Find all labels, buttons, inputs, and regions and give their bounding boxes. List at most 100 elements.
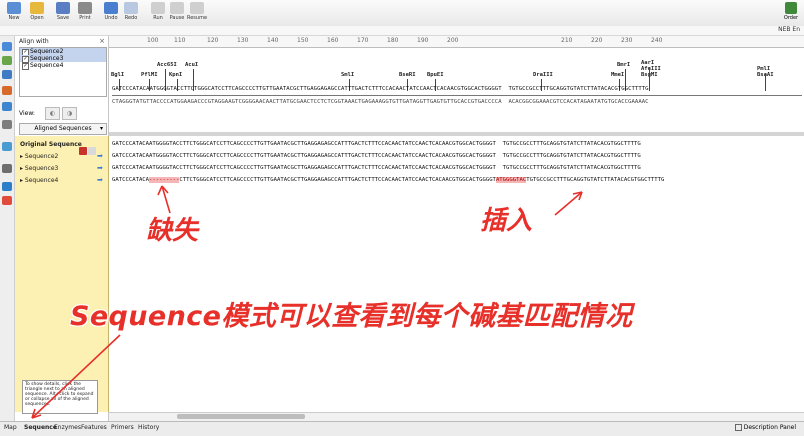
save-button[interactable]: Save xyxy=(52,2,74,21)
toolbar-button-label: Pause xyxy=(169,15,185,21)
tab-primers[interactable]: Primers xyxy=(111,424,134,431)
redo-button[interactable]: Redo xyxy=(120,2,142,21)
sequence-segment: TGTGCCGCCTTTGCAGGTGTATCTTATACACGTGGCTTTT… xyxy=(495,165,641,171)
close-icon[interactable]: × xyxy=(99,37,105,45)
ruler-tick: 170 xyxy=(357,37,369,44)
ruler-tick: 110 xyxy=(174,37,186,44)
align-list-item[interactable]: ✓ Sequence2 xyxy=(20,48,106,56)
ruler-tick: 130 xyxy=(237,37,249,44)
tab-features[interactable]: Features xyxy=(81,424,107,431)
enzyme-label[interactable]: MmeI xyxy=(611,72,624,78)
sequence-mode-caption: Sequence模式可以查看到每个碱基匹配情况 xyxy=(70,301,633,332)
new-button[interactable]: New xyxy=(3,2,25,21)
resume-button[interactable]: Resume xyxy=(186,2,208,21)
original-sequence-label: Original Sequence xyxy=(20,141,82,148)
toolbar-button-label: New xyxy=(8,15,20,21)
side-icon-strip xyxy=(0,36,15,421)
enzymes-view-icon[interactable] xyxy=(2,70,12,79)
tab-map[interactable]: Map xyxy=(4,424,17,431)
enzyme-label[interactable]: BseRI xyxy=(399,72,416,78)
enzyme-label[interactable]: DraIII xyxy=(533,72,553,78)
enzyme-label[interactable]: PflMI xyxy=(141,72,158,78)
checkbox-icon[interactable] xyxy=(734,424,742,431)
align-sequence-list[interactable]: ✓ Sequence2 ✓ Sequence3 ✓ Sequence4 xyxy=(19,47,107,97)
features-view-icon[interactable] xyxy=(2,86,12,95)
position-ruler: 100 110 120 130 140 150 160 170 180 190 200 210 220 2… xyxy=(109,36,804,48)
tab-enzymes[interactable]: Enzymes xyxy=(54,424,81,431)
enzyme-label[interactable]: KpnI xyxy=(169,72,182,78)
toolbar-button-label: Undo xyxy=(104,15,118,21)
sequence-segment: GATCCCATACAATGGGGTACCTTCTGGGCATCCTTCAGCC… xyxy=(112,165,496,171)
sequence-segment: GATCCCATACAATGGGGTACCTTCTGGGCATCCTTCAGCC… xyxy=(112,141,496,147)
options-icon[interactable] xyxy=(88,147,96,155)
enzyme-label[interactable]: AcuI xyxy=(185,62,198,68)
toolbar-button-label: Open xyxy=(30,15,44,21)
primers-view-icon[interactable] xyxy=(2,102,12,111)
toolbar-button-label: Redo xyxy=(124,15,138,21)
sequence-view-icon[interactable] xyxy=(2,56,12,65)
chevron-down-icon: ▾ xyxy=(99,125,103,132)
arrow-right-icon: ➡ xyxy=(97,176,103,184)
ruler-tick: 100 xyxy=(147,37,159,44)
undo-icon xyxy=(104,2,118,14)
aligned-sequence-label[interactable]: ▸ Sequence2 xyxy=(20,153,58,160)
enzyme-label[interactable]: SmlI xyxy=(341,72,354,78)
enzyme-label[interactable]: AarI xyxy=(641,60,654,66)
align-icon[interactable] xyxy=(2,196,12,205)
print-icon xyxy=(78,2,92,14)
order-label: Order xyxy=(783,15,799,21)
enzyme-label[interactable]: AfeIII xyxy=(641,66,661,72)
aligned-sequence-label[interactable]: ▸ Sequence3 xyxy=(20,165,58,172)
neb-enzymes-label[interactable]: NEB En xyxy=(778,26,800,33)
tool-icon[interactable] xyxy=(2,164,12,173)
aligned-sequence-label[interactable]: ▸ Sequence4 xyxy=(20,177,58,184)
description-panel-toggle[interactable]: Description Panel xyxy=(734,424,796,431)
enzyme-label[interactable]: PmlI xyxy=(757,66,770,72)
top-strand: GATCCCATACAATGGGGTACCTTCTGGGCATCCTTCAGCC… xyxy=(112,86,649,92)
redo-icon xyxy=(124,2,138,14)
sequence-segment: TGTGCCGCCTTTGCAGGTGTATCTTATACACGTGGCTTTT… xyxy=(495,153,641,159)
view-select[interactable]: Aligned Sequences ▾ xyxy=(19,123,107,135)
ruler-tick: 150 xyxy=(297,37,309,44)
enzyme-label[interactable]: BmrI xyxy=(617,62,630,68)
deletion-annotation: 缺失 xyxy=(146,216,199,246)
strand-scale-line xyxy=(112,95,802,96)
enzyme-label[interactable]: BglI xyxy=(111,72,124,78)
align-list-item-label: Sequence4 xyxy=(30,62,64,69)
checkbox-icon[interactable]: ✓ xyxy=(22,63,29,70)
resume-icon xyxy=(190,2,204,14)
align-list-item[interactable]: ✓ Sequence3 xyxy=(20,55,106,63)
record-icon[interactable] xyxy=(79,147,87,155)
zoom-in-button[interactable]: ◑ xyxy=(62,107,77,120)
enzyme-label[interactable]: Acc65I xyxy=(157,62,177,68)
aligned-sequence-row: GATCCCATACAATGGGGTACCTTCTGGGCATCCTTCAGCC… xyxy=(112,165,641,171)
pause-button[interactable]: Pause xyxy=(166,2,188,21)
orf-icon[interactable] xyxy=(2,182,12,191)
tab-history[interactable]: History xyxy=(138,424,159,431)
history-view-icon[interactable] xyxy=(2,120,12,129)
map-view-icon[interactable] xyxy=(2,42,12,51)
align-list-item[interactable]: ✓ Sequence4 xyxy=(20,62,106,70)
undo-button[interactable]: Undo xyxy=(100,2,122,21)
help-tip: To show details, click the triangle next… xyxy=(22,380,98,414)
sequence-segment: TGTGCCGCCTTTGCAGGTGTATCTTATACACGTGGCTTTT… xyxy=(526,177,665,183)
order-button[interactable]: Order xyxy=(780,2,802,21)
sequence-segment: GATCCCATACA xyxy=(112,177,150,183)
ruler-tick: 120 xyxy=(207,37,219,44)
description-panel-label: Description Panel xyxy=(743,424,796,431)
translate-icon[interactable] xyxy=(2,142,12,151)
scrollbar-thumb[interactable] xyxy=(177,414,305,419)
zoom-out-button[interactable]: ◐ xyxy=(45,107,60,120)
open-button[interactable]: Open xyxy=(26,2,48,21)
sequence-segment: TGTGCCGCCTTTGCAGGTGTATCTTATACACGTGGCTTTT… xyxy=(495,141,641,147)
print-button[interactable]: Print xyxy=(74,2,96,21)
new-icon xyxy=(7,2,21,14)
tab-sequence[interactable]: Sequence xyxy=(24,424,57,431)
enzyme-label[interactable]: BpuEI xyxy=(427,72,444,78)
cut-site-line xyxy=(649,67,650,91)
open-folder-icon xyxy=(30,2,44,14)
save-icon xyxy=(56,2,70,14)
arrow-right-icon: ➡ xyxy=(97,164,103,172)
horizontal-scrollbar[interactable] xyxy=(109,412,804,421)
align-list-item-label: Sequence2 xyxy=(30,48,64,55)
